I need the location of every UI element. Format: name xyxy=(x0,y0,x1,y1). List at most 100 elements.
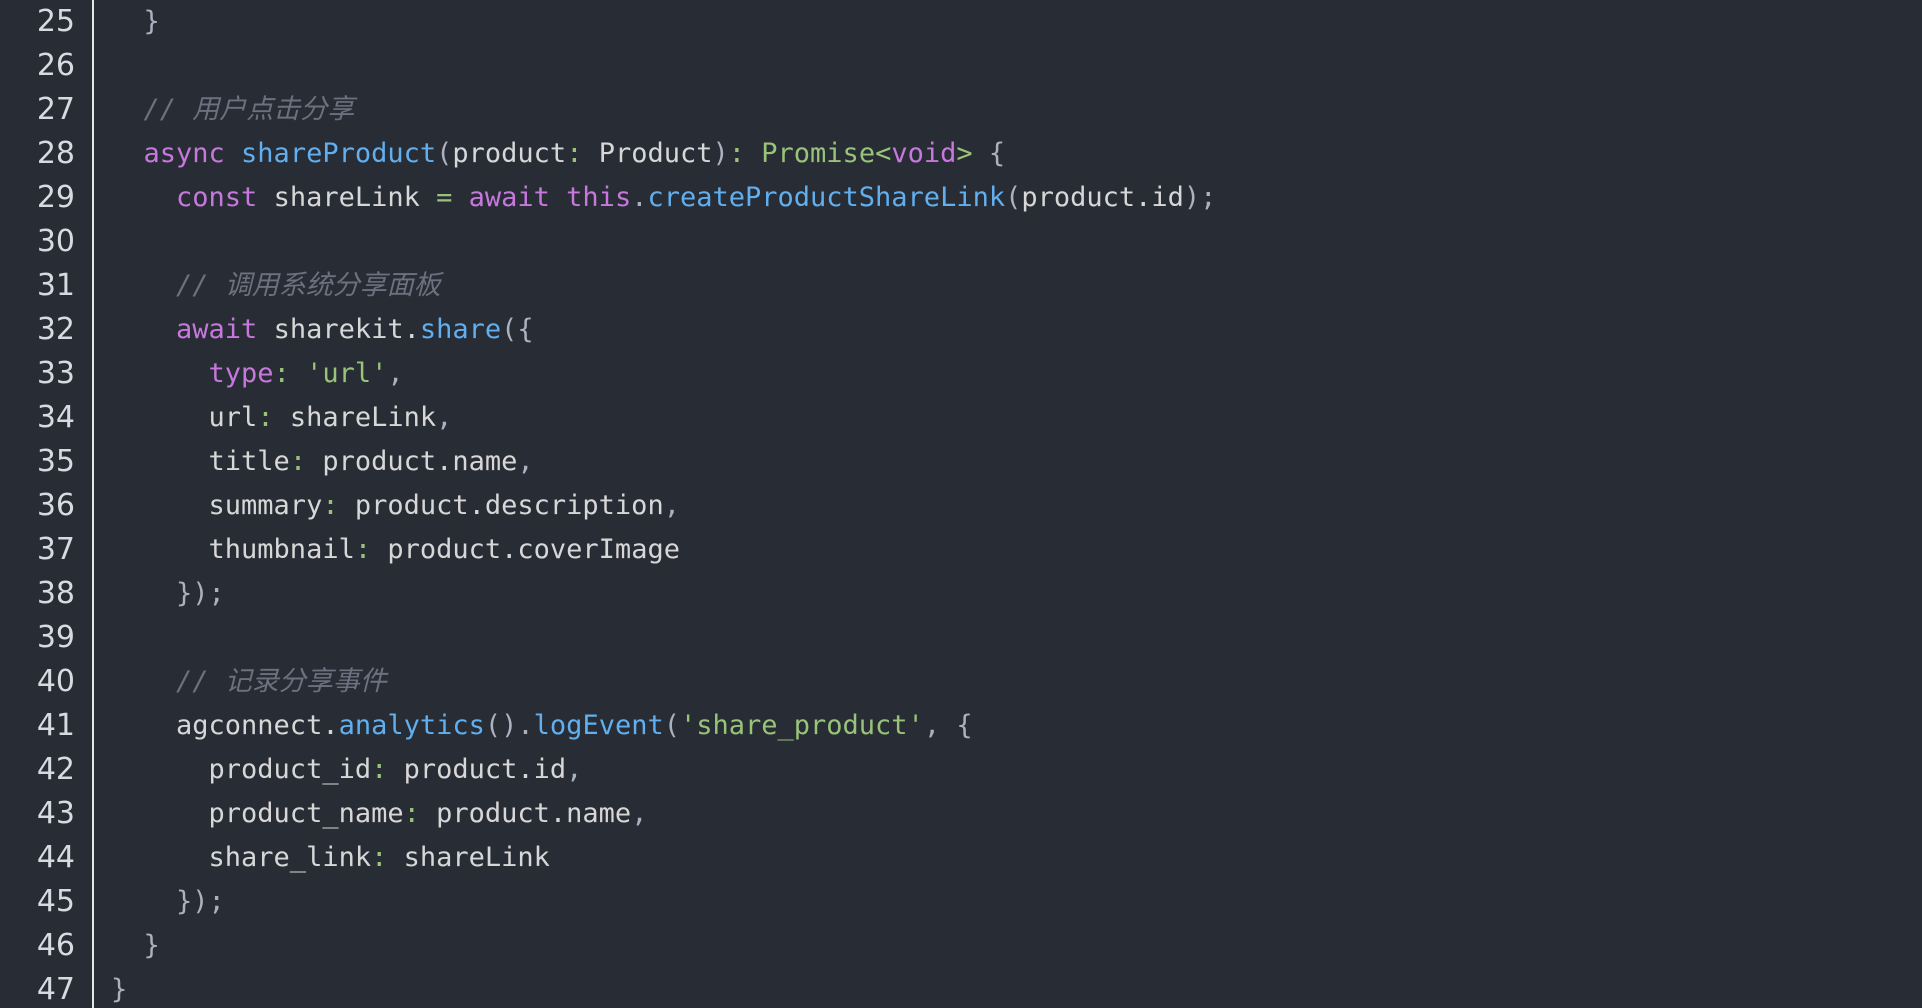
code-line[interactable]: 29 const shareLink = await this.createPr… xyxy=(0,176,1922,220)
code-token: thumbnail xyxy=(111,534,355,565)
line-code: type: 'url', xyxy=(111,352,404,396)
code-token: analytics xyxy=(338,710,485,741)
code-line[interactable]: 44 share_link: shareLink xyxy=(0,836,1922,880)
line-code: // 用户点击分享 xyxy=(111,88,355,132)
code-token: agconnect. xyxy=(111,710,339,741)
line-code: product_id: product.id, xyxy=(111,748,583,792)
line-number: 46 xyxy=(36,928,75,963)
line-number: 40 xyxy=(36,664,75,699)
line-code: } xyxy=(111,924,160,968)
line-code: thumbnail: product.coverImage xyxy=(111,528,680,572)
code-token: 'url' xyxy=(306,358,388,389)
line-number: 45 xyxy=(36,884,75,919)
line-number: 43 xyxy=(36,796,75,831)
code-token: // 用户点击分享 xyxy=(111,94,355,125)
code-line[interactable]: 46 } xyxy=(0,924,1922,968)
line-number: 26 xyxy=(36,48,75,83)
code-token: } xyxy=(111,974,128,1005)
code-token: // 记录分享事件 xyxy=(111,666,387,697)
code-token: : xyxy=(371,842,404,873)
code-token: : xyxy=(403,798,437,829)
code-token: const xyxy=(111,182,274,213)
code-token: ( xyxy=(663,710,680,741)
code-token: : xyxy=(322,490,355,521)
code-line[interactable]: 37 thumbnail: product.coverImage xyxy=(0,528,1922,572)
line-number: 25 xyxy=(36,4,75,39)
line-number: 41 xyxy=(36,708,75,743)
code-line[interactable]: 25 } xyxy=(0,0,1922,44)
line-code: share_link: shareLink xyxy=(111,836,550,880)
code-line[interactable]: 35 title: product.name, xyxy=(0,440,1922,484)
code-token: ({ xyxy=(501,314,534,345)
code-token: product.coverImage xyxy=(387,534,680,565)
line-code: // 调用系统分享面板 xyxy=(111,264,441,308)
line-number: 31 xyxy=(36,268,75,303)
code-token: product.description xyxy=(354,490,664,521)
line-code: summary: product.description, xyxy=(111,484,680,528)
code-token: : xyxy=(273,358,307,389)
line-code: await sharekit.share({ xyxy=(111,308,534,352)
line-code: }); xyxy=(111,880,225,924)
code-token: product.id xyxy=(1021,182,1184,213)
code-token: shareLink xyxy=(289,402,437,433)
code-line[interactable]: 39 xyxy=(0,616,1922,660)
code-token: ( xyxy=(1005,182,1022,213)
code-token: // 调用系统分享面板 xyxy=(111,270,441,301)
code-token: ) xyxy=(712,138,729,169)
line-number: 29 xyxy=(36,180,75,215)
code-token: < xyxy=(875,138,892,169)
code-token: }); xyxy=(111,886,225,917)
line-code: } xyxy=(111,968,127,1008)
line-number: 32 xyxy=(36,312,75,347)
code-token: void xyxy=(891,138,957,169)
line-code: title: product.name, xyxy=(111,440,534,484)
line-number: 38 xyxy=(36,576,75,611)
code-token: shareLink xyxy=(273,182,437,213)
code-token: = xyxy=(436,182,469,213)
code-line[interactable]: 31 // 调用系统分享面板 xyxy=(0,264,1922,308)
code-line[interactable]: 40 // 记录分享事件 xyxy=(0,660,1922,704)
code-line[interactable]: 30 xyxy=(0,220,1922,264)
code-line[interactable]: 45 }); xyxy=(0,880,1922,924)
line-number: 33 xyxy=(36,356,75,391)
code-token: { xyxy=(972,138,1006,169)
code-token: async xyxy=(111,138,242,169)
code-token: createProductShareLink xyxy=(647,182,1006,213)
code-token: , xyxy=(517,446,534,477)
code-line[interactable]: 42 product_id: product.id, xyxy=(0,748,1922,792)
code-token: logEvent xyxy=(533,710,664,741)
code-line[interactable]: 47} xyxy=(0,968,1922,1008)
code-token: 'share_product' xyxy=(679,710,924,741)
line-number: 37 xyxy=(36,532,75,567)
line-code: }); xyxy=(111,572,225,616)
code-line[interactable]: 26 xyxy=(0,44,1922,88)
line-number: 34 xyxy=(36,400,75,435)
code-token: : xyxy=(354,534,388,565)
code-lines: 25 } 26 27 // 用户点击分享 28 async shareProduct(… xyxy=(0,0,1922,1008)
code-token: type xyxy=(111,358,274,389)
code-line[interactable]: 43 product_name: product.name, xyxy=(0,792,1922,836)
code-token: product.name xyxy=(436,798,632,829)
code-line[interactable]: 34 url: shareLink, xyxy=(0,396,1922,440)
code-token: product_id xyxy=(111,754,372,785)
code-token: shareProduct xyxy=(241,138,437,169)
line-number: 28 xyxy=(36,136,75,171)
code-token: product xyxy=(452,138,567,169)
code-line[interactable]: 28 async shareProduct(product: Product):… xyxy=(0,132,1922,176)
line-number: 47 xyxy=(36,972,75,1007)
code-token: } xyxy=(111,930,160,961)
code-token: shareLink xyxy=(403,842,550,873)
code-token: product.id xyxy=(403,754,567,785)
code-line[interactable]: 32 await sharekit.share({ xyxy=(0,308,1922,352)
line-code: const shareLink = await this.createProdu… xyxy=(111,176,1216,220)
code-line[interactable]: 38 }); xyxy=(0,572,1922,616)
code-token: share xyxy=(419,314,502,345)
code-token: , xyxy=(663,490,680,521)
line-number: 27 xyxy=(36,92,75,127)
code-line[interactable]: 36 summary: product.description, xyxy=(0,484,1922,528)
code-editor[interactable]: 25 } 26 27 // 用户点击分享 28 async shareProduct(… xyxy=(0,0,1922,1008)
code-line[interactable]: 41 agconnect.analytics().logEvent('share… xyxy=(0,704,1922,748)
code-line[interactable]: 33 type: 'url', xyxy=(0,352,1922,396)
code-line[interactable]: 27 // 用户点击分享 xyxy=(0,88,1922,132)
line-number: 42 xyxy=(36,752,75,787)
